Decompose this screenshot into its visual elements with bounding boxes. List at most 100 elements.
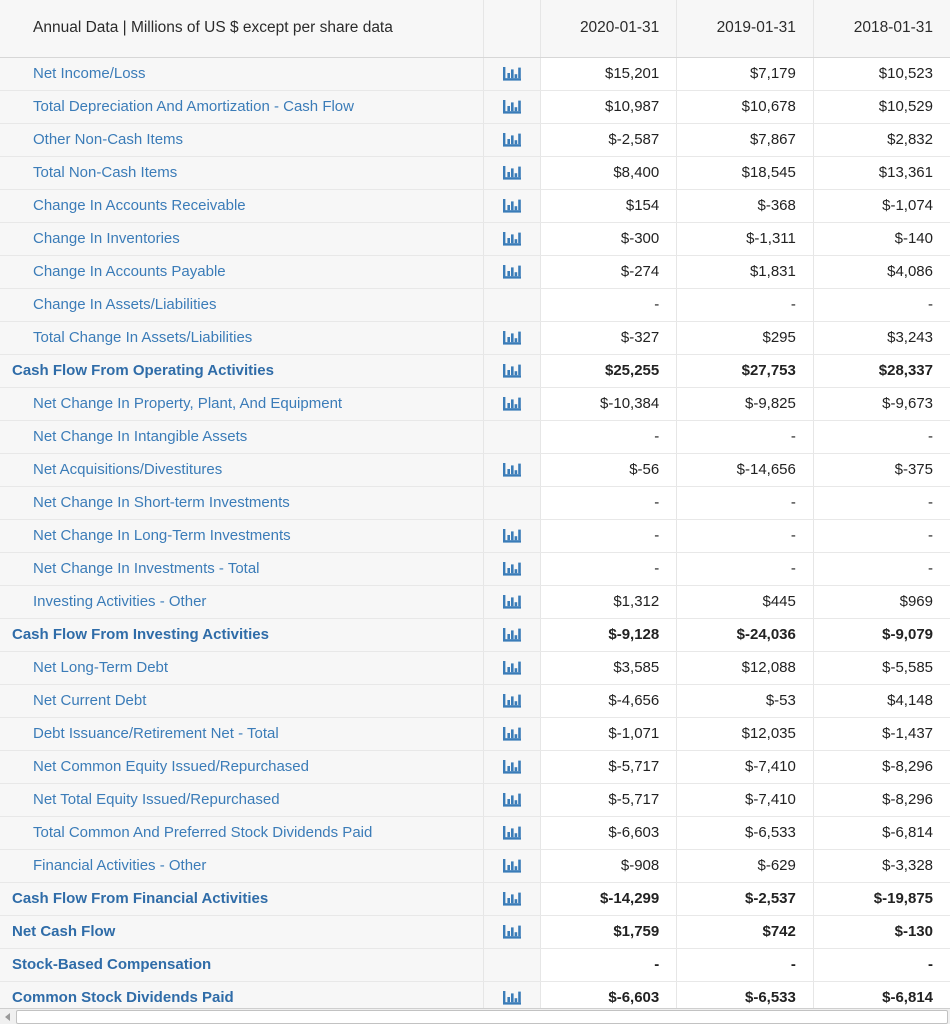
bar-chart-icon[interactable] <box>483 90 541 124</box>
cell-value: $-2,537 <box>676 882 814 916</box>
cell-value: - <box>813 552 950 586</box>
row-label[interactable]: Net Long-Term Debt <box>0 651 484 685</box>
cell-value: $154 <box>540 189 678 223</box>
scrollbar-track[interactable] <box>16 1009 948 1024</box>
row-label[interactable]: Stock-Based Compensation <box>0 948 484 982</box>
scroll-left-arrow-icon[interactable] <box>0 1008 16 1024</box>
row-label[interactable]: Investing Activities - Other <box>0 585 484 619</box>
table-row: Net Long-Term Debt $3,585 $12,088 $-5,585 <box>0 651 950 685</box>
cell-value: - <box>813 420 950 454</box>
row-label[interactable]: Debt Issuance/Retirement Net - Total <box>0 717 484 751</box>
row-label[interactable]: Net Change In Intangible Assets <box>0 420 484 454</box>
cell-value: $-9,128 <box>540 618 678 652</box>
cell-value: $-140 <box>813 222 950 256</box>
cell-value: $-300 <box>540 222 678 256</box>
row-label[interactable]: Change In Accounts Payable <box>0 255 484 289</box>
bar-chart-icon[interactable] <box>483 156 541 190</box>
row-label[interactable]: Net Change In Long-Term Investments <box>0 519 484 553</box>
cell-value: $12,035 <box>676 717 814 751</box>
cell-value: $25,255 <box>540 354 678 388</box>
row-label[interactable]: Net Common Equity Issued/Repurchased <box>0 750 484 784</box>
row-label[interactable]: Net Income/Loss <box>0 57 484 91</box>
bar-chart-icon[interactable] <box>483 354 541 388</box>
financial-table-viewport: Annual Data | Millions of US $ except pe… <box>0 0 950 1024</box>
cell-value: - <box>813 519 950 553</box>
row-label[interactable]: Net Current Debt <box>0 684 484 718</box>
bar-chart-icon[interactable] <box>483 717 541 751</box>
cell-value: - <box>540 420 678 454</box>
row-label[interactable]: Change In Accounts Receivable <box>0 189 484 223</box>
table-row: Net Change In Short-term Investments - - - <box>0 486 950 520</box>
table-row: Investing Activities - Other $1,312 $445 $9… <box>0 585 950 619</box>
cell-value: $-9,673 <box>813 387 950 421</box>
row-label[interactable]: Total Change In Assets/Liabilities <box>0 321 484 355</box>
cell-value: $-6,533 <box>676 816 814 850</box>
cell-value: $-1,437 <box>813 717 950 751</box>
bar-chart-icon[interactable] <box>483 618 541 652</box>
bar-chart-icon[interactable] <box>483 750 541 784</box>
bar-chart-icon[interactable] <box>483 57 541 91</box>
row-label[interactable]: Financial Activities - Other <box>0 849 484 883</box>
table-row: Total Non-Cash Items $8,400 $18,545 $13,361 <box>0 156 950 190</box>
row-label[interactable]: Cash Flow From Investing Activities <box>0 618 484 652</box>
row-label[interactable]: Total Non-Cash Items <box>0 156 484 190</box>
chart-cell-empty <box>483 288 541 322</box>
row-label[interactable]: Change In Inventories <box>0 222 484 256</box>
table-row: Change In Accounts Payable $-274 $1,831 $4,… <box>0 255 950 289</box>
cell-value: $28,337 <box>813 354 950 388</box>
cell-value: $10,987 <box>540 90 678 124</box>
bar-chart-icon[interactable] <box>483 255 541 289</box>
bar-chart-icon[interactable] <box>483 321 541 355</box>
cell-value: $-5,717 <box>540 750 678 784</box>
bar-chart-icon[interactable] <box>483 915 541 949</box>
row-label[interactable]: Other Non-Cash Items <box>0 123 484 157</box>
bar-chart-icon[interactable] <box>483 189 541 223</box>
row-label[interactable]: Change In Assets/Liabilities <box>0 288 484 322</box>
bar-chart-icon[interactable] <box>483 519 541 553</box>
cell-value: $18,545 <box>676 156 814 190</box>
bar-chart-icon[interactable] <box>483 684 541 718</box>
bar-chart-icon[interactable] <box>483 387 541 421</box>
row-label[interactable]: Total Depreciation And Amortization - Ca… <box>0 90 484 124</box>
cell-value: - <box>540 948 678 982</box>
cell-value: $742 <box>676 915 814 949</box>
bar-chart-icon[interactable] <box>483 552 541 586</box>
cell-value: $-8,296 <box>813 750 950 784</box>
row-label[interactable]: Net Acquisitions/Divestitures <box>0 453 484 487</box>
cell-value: $7,867 <box>676 123 814 157</box>
row-label[interactable]: Cash Flow From Financial Activities <box>0 882 484 916</box>
bar-chart-icon[interactable] <box>483 651 541 685</box>
row-label[interactable]: Net Cash Flow <box>0 915 484 949</box>
cell-value: $969 <box>813 585 950 619</box>
cell-value: - <box>676 288 814 322</box>
bar-chart-icon[interactable] <box>483 585 541 619</box>
bar-chart-icon[interactable] <box>483 123 541 157</box>
bar-chart-icon[interactable] <box>483 453 541 487</box>
table-row: Total Common And Preferred Stock Dividen… <box>0 816 950 850</box>
table-row: Change In Accounts Receivable $154 $-368 $-… <box>0 189 950 223</box>
cell-value: - <box>540 552 678 586</box>
cell-value: $-908 <box>540 849 678 883</box>
table-row: Net Change In Property, Plant, And Equip… <box>0 387 950 421</box>
table-header: Annual Data | Millions of US $ except pe… <box>0 0 950 58</box>
table-row: Cash Flow From Operating Activities $25,2… <box>0 354 950 388</box>
horizontal-scrollbar[interactable] <box>0 1008 950 1024</box>
cell-value: $12,088 <box>676 651 814 685</box>
row-label[interactable]: Total Common And Preferred Stock Dividen… <box>0 816 484 850</box>
row-label[interactable]: Net Change In Short-term Investments <box>0 486 484 520</box>
row-label[interactable]: Net Change In Investments - Total <box>0 552 484 586</box>
bar-chart-icon[interactable] <box>483 849 541 883</box>
cell-value: $-629 <box>676 849 814 883</box>
row-label[interactable]: Net Change In Property, Plant, And Equip… <box>0 387 484 421</box>
cell-value: $13,361 <box>813 156 950 190</box>
cell-value: $-24,036 <box>676 618 814 652</box>
row-label[interactable]: Cash Flow From Operating Activities <box>0 354 484 388</box>
bar-chart-icon[interactable] <box>483 882 541 916</box>
cell-value: $10,678 <box>676 90 814 124</box>
cell-value: $-327 <box>540 321 678 355</box>
cell-value: $-7,410 <box>676 783 814 817</box>
bar-chart-icon[interactable] <box>483 783 541 817</box>
bar-chart-icon[interactable] <box>483 816 541 850</box>
row-label[interactable]: Net Total Equity Issued/Repurchased <box>0 783 484 817</box>
bar-chart-icon[interactable] <box>483 222 541 256</box>
